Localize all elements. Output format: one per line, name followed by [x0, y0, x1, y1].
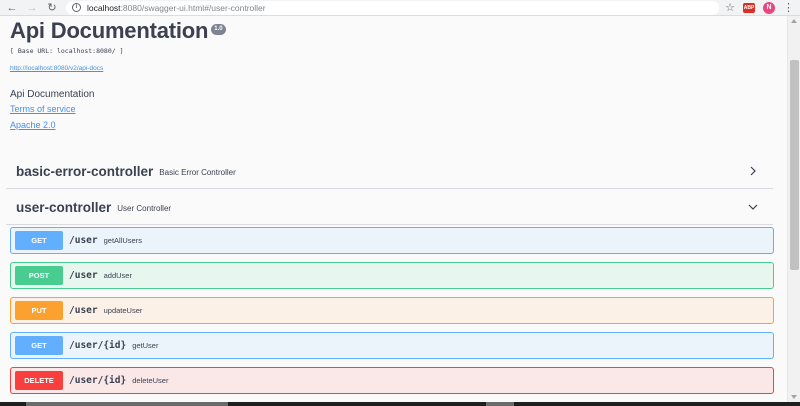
taskbar-segment: [486, 402, 514, 406]
vertical-scrollbar[interactable]: [787, 16, 800, 402]
taskbar-strip: [0, 402, 800, 406]
tag-description: Basic Error Controller: [159, 167, 236, 177]
back-arrow-icon[interactable]: ←: [4, 0, 20, 16]
operation-get-all-users[interactable]: GET /user getAllUsers: [10, 227, 774, 254]
operation-path: /user: [69, 270, 98, 281]
browser-menu-icon[interactable]: ⋮: [783, 2, 794, 13]
tag-name: user-controller: [16, 199, 112, 215]
operation-summary: deleteUser: [132, 376, 169, 385]
address-bar[interactable]: i localhost:8080/swagger-ui.html#/user-c…: [66, 0, 720, 15]
operation-summary: getAllUsers: [103, 236, 142, 245]
scroll-up-arrow-icon[interactable]: [791, 19, 797, 23]
adblock-extension-icon[interactable]: ABP: [743, 2, 755, 13]
terms-of-service-link[interactable]: Terms of service: [10, 104, 774, 114]
chevron-down-icon[interactable]: [747, 201, 759, 213]
profile-avatar[interactable]: N: [763, 1, 775, 14]
operation-delete-user[interactable]: DELETE /user/{id} deleteUser: [10, 367, 774, 394]
operation-path: /user/{id}: [69, 340, 127, 351]
base-url: [ Base URL: localhost:8080/ ]: [10, 47, 124, 55]
method-badge: GET: [15, 231, 63, 250]
method-badge: PUT: [15, 301, 63, 320]
taskbar-segment: [26, 402, 228, 406]
operation-get-user[interactable]: GET /user/{id} getUser: [10, 332, 774, 359]
reload-icon[interactable]: ↻: [44, 0, 60, 16]
api-description: Api Documentation: [10, 89, 95, 100]
swagger-info: Api Documentation 1.0 [ Base URL: localh…: [10, 16, 774, 130]
operation-summary: updateUser: [103, 306, 143, 315]
method-badge: GET: [15, 336, 63, 355]
operation-path: /user/{id}: [69, 375, 127, 386]
method-badge: POST: [15, 266, 63, 285]
tag-description: User Controller: [117, 203, 172, 213]
url-path: :8080/swagger-ui.html#/user-controller: [120, 2, 266, 13]
page-title: Api Documentation: [10, 18, 209, 43]
scroll-thumb[interactable]: [790, 60, 799, 270]
operation-add-user[interactable]: POST /user addUser: [10, 262, 774, 289]
bookmark-star-icon[interactable]: ☆: [725, 1, 735, 14]
tag-name: basic-error-controller: [16, 163, 154, 179]
url-host: localhost: [87, 2, 121, 13]
scroll-down-arrow-icon[interactable]: [791, 395, 797, 399]
browser-toolbar: ← → ↻ i localhost:8080/swagger-ui.html#/…: [0, 0, 800, 16]
tag-user-controller[interactable]: user-controller User Controller: [6, 190, 773, 225]
version-badge: 1.0: [211, 24, 226, 35]
operation-path: /user: [69, 305, 98, 316]
site-info-icon[interactable]: i: [72, 3, 81, 12]
tag-basic-error-controller[interactable]: basic-error-controller Basic Error Contr…: [6, 154, 773, 189]
method-badge: DELETE: [15, 371, 63, 390]
operation-summary: getUser: [132, 341, 159, 350]
operation-summary: addUser: [103, 271, 132, 280]
operation-update-user[interactable]: PUT /user updateUser: [10, 297, 774, 324]
operation-path: /user: [69, 235, 98, 246]
license-link[interactable]: Apache 2.0: [10, 120, 774, 130]
forward-arrow-icon[interactable]: →: [24, 0, 40, 16]
api-docs-link[interactable]: http://localhost:8080/v2/api-docs: [10, 65, 103, 72]
chevron-right-icon[interactable]: [747, 165, 759, 177]
